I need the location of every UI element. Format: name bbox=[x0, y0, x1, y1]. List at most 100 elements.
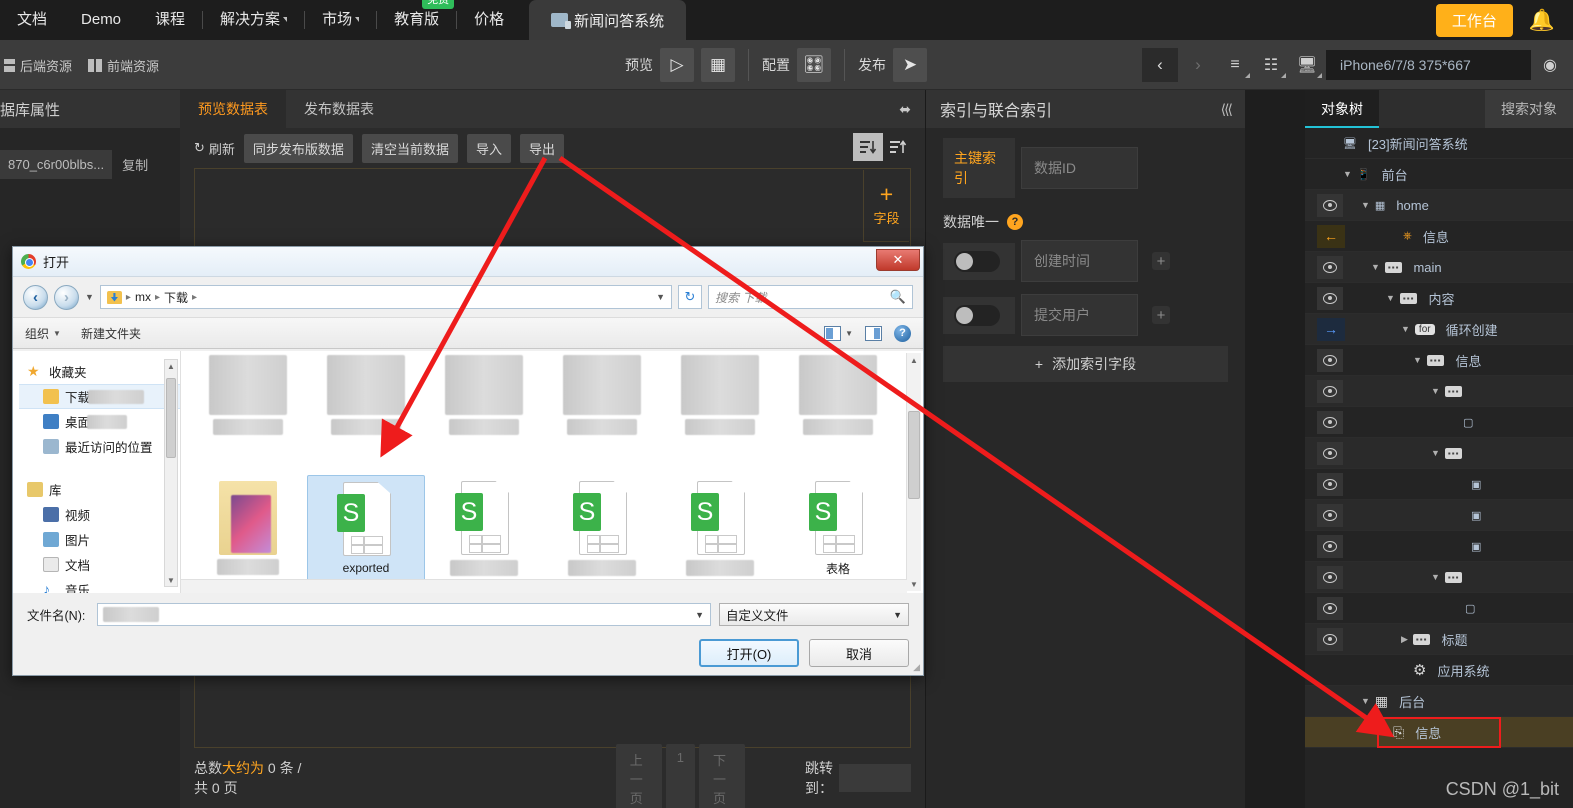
tree-row-node[interactable]: ▼ ▪▪▪ bbox=[1305, 438, 1573, 469]
preview-pane-icon[interactable] bbox=[865, 325, 882, 341]
visibility-eye-icon[interactable] bbox=[1317, 503, 1343, 527]
search-input[interactable]: 搜索 下载 🔍 bbox=[708, 285, 913, 309]
prev-page-button[interactable]: 上一页 bbox=[615, 743, 662, 808]
bell-icon[interactable]: 🔔 bbox=[1529, 10, 1555, 31]
nav-item-courses[interactable]: 课程 bbox=[138, 0, 202, 40]
clear-current-data-button[interactable]: 清空当前数据 bbox=[361, 133, 458, 163]
visibility-eye-icon[interactable] bbox=[1317, 348, 1343, 372]
filename-input[interactable]: ▼ bbox=[97, 603, 711, 626]
file-item-table[interactable]: S 表格 bbox=[779, 475, 897, 593]
file-type-select[interactable]: 自定义文件 ▼ bbox=[719, 603, 909, 626]
chevron-down-icon[interactable]: ▼ bbox=[1413, 355, 1422, 365]
chevron-down-icon[interactable]: ▼ bbox=[1386, 293, 1395, 303]
tree-row-info-box[interactable]: ▼ ▪▪▪ 信息 bbox=[1305, 345, 1573, 376]
add-field-button[interactable]: + 字段 bbox=[863, 170, 909, 242]
sidebar-item-downloads[interactable]: 下载 bbox=[19, 384, 180, 409]
columns-icon[interactable]: ☷ bbox=[1254, 48, 1288, 82]
index-field-value[interactable]: 提交用户 bbox=[1021, 294, 1138, 336]
file-item[interactable]: S bbox=[661, 475, 779, 593]
visibility-eye-icon[interactable] bbox=[1317, 193, 1343, 217]
expand-icon[interactable]: ⬌ bbox=[899, 101, 911, 118]
visibility-eye-icon[interactable] bbox=[1317, 410, 1343, 434]
chevron-down-icon[interactable]: ▼ bbox=[1431, 386, 1440, 396]
collapse-right-icon[interactable]: ⟨⟨⟨ bbox=[1221, 101, 1233, 118]
chevron-down-icon[interactable]: ▼ bbox=[656, 292, 665, 302]
close-icon[interactable]: ✕ bbox=[876, 249, 920, 271]
view-mode-button[interactable]: ▼ bbox=[824, 325, 853, 341]
tab-search-object[interactable]: 搜索对象 bbox=[1485, 90, 1573, 128]
tab-object-tree[interactable]: 对象树 bbox=[1305, 90, 1379, 128]
back-arrow-icon[interactable]: ← bbox=[1317, 224, 1345, 248]
primary-key-value[interactable]: 数据ID bbox=[1021, 147, 1138, 189]
import-button[interactable]: 导入 bbox=[466, 133, 511, 163]
chevron-down-icon[interactable]: ▼ bbox=[1361, 200, 1370, 210]
open-button[interactable]: 打开(O) bbox=[699, 639, 799, 667]
file-list-hscrollbar[interactable] bbox=[181, 579, 907, 593]
file-item[interactable] bbox=[189, 351, 307, 475]
tree-row-app-system[interactable]: ⚙ 应用系统 bbox=[1305, 655, 1573, 686]
sidebar-item-videos[interactable]: 视频 bbox=[19, 502, 180, 527]
tree-row-main[interactable]: ▼ ▪▪▪ main bbox=[1305, 252, 1573, 283]
refresh-button[interactable]: ↻ 刷新 bbox=[194, 139, 235, 158]
responsive-icon[interactable]: 🖥 bbox=[1290, 48, 1324, 82]
align-icon[interactable]: ≡ bbox=[1218, 48, 1252, 82]
sync-published-data-button[interactable]: 同步发布版数据 bbox=[243, 133, 353, 163]
file-item[interactable] bbox=[543, 351, 661, 475]
export-button[interactable]: 导出 bbox=[519, 133, 564, 163]
chevron-down-icon[interactable]: ▼ bbox=[1431, 572, 1440, 582]
file-item[interactable]: S bbox=[425, 475, 543, 593]
sort-ascending-icon[interactable] bbox=[883, 133, 913, 161]
sidebar-scrollbar[interactable]: ▲ ▼ bbox=[164, 359, 178, 587]
chevron-down-icon[interactable]: ▼ bbox=[1371, 262, 1380, 272]
tree-row-backend[interactable]: ▼ ▦ 后台 bbox=[1305, 686, 1573, 717]
file-item-exported[interactable]: S exported bbox=[307, 475, 425, 593]
sidebar-item-recent[interactable]: 最近访问的位置 bbox=[19, 434, 180, 459]
device-selector[interactable]: iPhone6/7/8 375*667 bbox=[1326, 50, 1531, 80]
sliders-icon[interactable]: 🎛 bbox=[797, 48, 831, 82]
file-item[interactable] bbox=[307, 351, 425, 475]
preview-eye-icon[interactable]: ◉ bbox=[1533, 48, 1567, 82]
next-page-button[interactable]: 下一页 bbox=[699, 743, 745, 808]
frontend-resource-button[interactable]: 前端资源 bbox=[88, 56, 159, 75]
nav-item-demo[interactable]: Demo bbox=[64, 0, 138, 40]
forward-arrow-icon[interactable]: → bbox=[1317, 317, 1345, 341]
sidebar-item-favorites[interactable]: ★ 收藏夹 bbox=[19, 359, 180, 384]
sidebar-item-desktop[interactable]: 桌面 bbox=[19, 409, 180, 434]
sidebar-item-documents[interactable]: 文档 bbox=[19, 552, 180, 577]
backend-resource-button[interactable]: 后端资源 bbox=[4, 56, 72, 75]
chevron-down-icon[interactable]: ▼ bbox=[1343, 169, 1352, 179]
file-item[interactable] bbox=[425, 351, 543, 475]
chevron-down-icon[interactable]: ▼ bbox=[1401, 324, 1410, 334]
breadcrumb[interactable]: ▸ mx ▸ 下载 ▸ ▼ bbox=[99, 285, 672, 309]
tree-row-frontend[interactable]: ▼ 📱 前台 bbox=[1305, 159, 1573, 190]
page-number[interactable]: 1 bbox=[665, 743, 696, 808]
workbench-button[interactable]: 工作台 bbox=[1435, 3, 1513, 37]
nav-item-docs[interactable]: 文档 bbox=[0, 0, 64, 40]
tree-row-node[interactable]: ▣ bbox=[1305, 500, 1573, 531]
file-item[interactable]: S bbox=[543, 475, 661, 593]
nav-back-button[interactable]: ‹ bbox=[1142, 48, 1178, 82]
tab-publish-data-table[interactable]: 发布数据表 bbox=[286, 90, 392, 128]
tree-row-node[interactable]: ▣ bbox=[1305, 469, 1573, 500]
file-item-image-folder[interactable] bbox=[189, 475, 307, 593]
index-toggle[interactable] bbox=[954, 250, 1000, 272]
file-item[interactable] bbox=[661, 351, 779, 475]
back-icon[interactable]: ‹ bbox=[23, 284, 48, 310]
tree-row-info-data[interactable]: ← ⎈ 信息 bbox=[1305, 221, 1573, 252]
visibility-eye-icon[interactable] bbox=[1317, 565, 1343, 589]
preview-button[interactable]: 预览 ▷ ▦ bbox=[612, 40, 748, 90]
tree-row-node[interactable]: ▼ ▪▪▪ bbox=[1305, 562, 1573, 593]
index-toggle[interactable] bbox=[954, 304, 1000, 326]
add-index-field-button[interactable]: + 添加索引字段 bbox=[943, 346, 1228, 382]
document-tab[interactable]: 新闻问答系统 bbox=[529, 0, 687, 40]
cancel-button[interactable]: 取消 bbox=[809, 639, 909, 667]
nav-forward-button[interactable]: › bbox=[1180, 48, 1216, 82]
organize-button[interactable]: 组织 ▼ bbox=[25, 325, 61, 342]
play-icon[interactable]: ▷ bbox=[660, 48, 694, 82]
qr-code-icon[interactable]: ▦ bbox=[701, 48, 735, 82]
visibility-eye-icon[interactable] bbox=[1317, 596, 1343, 620]
sort-descending-icon[interactable] bbox=[853, 133, 883, 161]
chevron-right-icon[interactable]: ▶ bbox=[1401, 634, 1408, 645]
sidebar-item-pictures[interactable]: 图片 bbox=[19, 527, 180, 552]
scrollbar-thumb[interactable] bbox=[166, 378, 176, 458]
